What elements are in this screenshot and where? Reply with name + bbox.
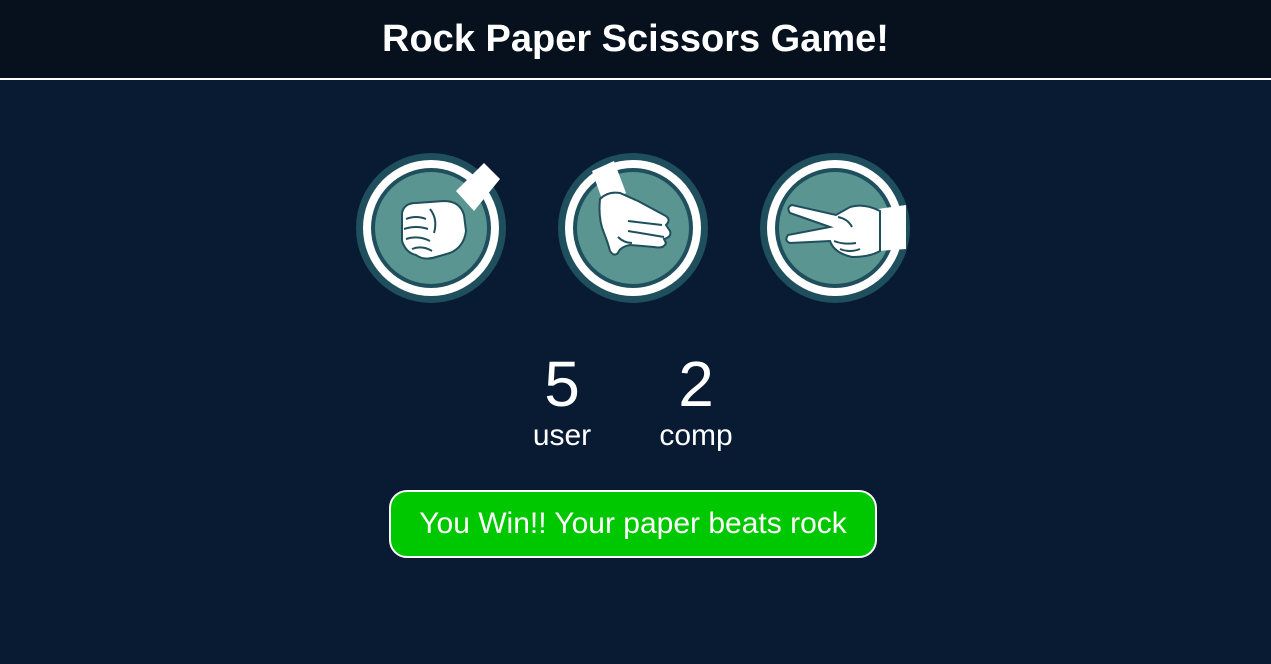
scissors-hand-icon [767, 160, 906, 296]
user-score-label: user [532, 419, 592, 452]
paper-button[interactable] [558, 153, 708, 303]
scissors-button[interactable] [760, 153, 910, 303]
user-score-value: 5 [544, 348, 580, 420]
rock-button[interactable] [356, 153, 506, 303]
user-score-panel: 5 user [502, 350, 622, 454]
paper-hand-icon [565, 160, 701, 296]
page-title: Rock Paper Scissors Game! [382, 17, 889, 60]
result-message: You Win!! Your paper beats rock [389, 490, 877, 558]
comp-score-panel: 2 comp [636, 350, 756, 454]
rock-fist-icon [363, 160, 500, 296]
app-header: Rock Paper Scissors Game! [0, 0, 1271, 80]
comp-score-label: comp [659, 419, 733, 452]
comp-score-value: 2 [678, 348, 714, 420]
